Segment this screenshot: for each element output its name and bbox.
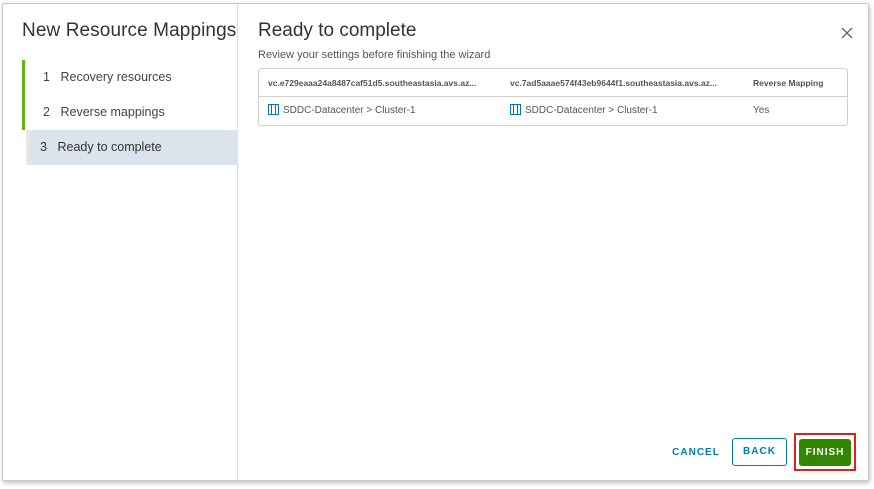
step-label: Reverse mappings [60, 105, 165, 119]
close-icon[interactable] [836, 22, 858, 44]
step-label: Ready to complete [57, 140, 162, 154]
column-header-target[interactable]: vc.7ad5aaae574f43eb9644f1.southeastasia.… [510, 69, 735, 97]
cluster-icon [510, 99, 521, 125]
page-subtitle: Review your settings before finishing th… [258, 49, 491, 61]
cluster-icon [268, 99, 279, 125]
wizard-sidebar: New Resource Mappings 1 Recovery resourc… [3, 4, 238, 480]
summary-table: vc.e729eaaa24a8487caf51d5.southeastasia.… [258, 68, 848, 126]
step-number: 2 [43, 105, 50, 119]
column-header-reverse-mapping[interactable]: Reverse Mapping [753, 69, 843, 97]
finish-button[interactable]: FINISH [799, 439, 851, 466]
wizard-steps: 1 Recovery resources 2 Reverse mappings … [22, 60, 238, 165]
wizard-dialog: New Resource Mappings 1 Recovery resourc… [2, 3, 869, 481]
cell-text: SDDC-Datacenter > Cluster-1 [525, 105, 658, 116]
cell-source: SDDC-Datacenter > Cluster-1 [268, 97, 493, 125]
step-ready-to-complete[interactable]: 3 Ready to complete [26, 130, 238, 165]
step-reverse-mappings[interactable]: 2 Reverse mappings [22, 95, 238, 130]
back-button[interactable]: BACK [732, 438, 787, 466]
cancel-button[interactable]: CANCEL [666, 440, 726, 466]
column-header-source[interactable]: vc.e729eaaa24a8487caf51d5.southeastasia.… [268, 69, 493, 97]
page-title: Ready to complete [258, 20, 417, 41]
step-number: 1 [43, 70, 50, 84]
wizard-main: Ready to complete Review your settings b… [238, 4, 868, 480]
step-number: 3 [40, 140, 47, 154]
cell-target: SDDC-Datacenter > Cluster-1 [510, 97, 735, 125]
step-recovery-resources[interactable]: 1 Recovery resources [22, 60, 238, 95]
wizard-title: New Resource Mappings [22, 20, 237, 41]
table-row: SDDC-Datacenter > Cluster-1 SDDC-Datacen… [259, 97, 847, 125]
cell-text: SDDC-Datacenter > Cluster-1 [283, 105, 416, 116]
cell-reverse-mapping: Yes [753, 105, 770, 116]
table-header-row: vc.e729eaaa24a8487caf51d5.southeastasia.… [259, 69, 847, 97]
step-label: Recovery resources [60, 70, 172, 84]
